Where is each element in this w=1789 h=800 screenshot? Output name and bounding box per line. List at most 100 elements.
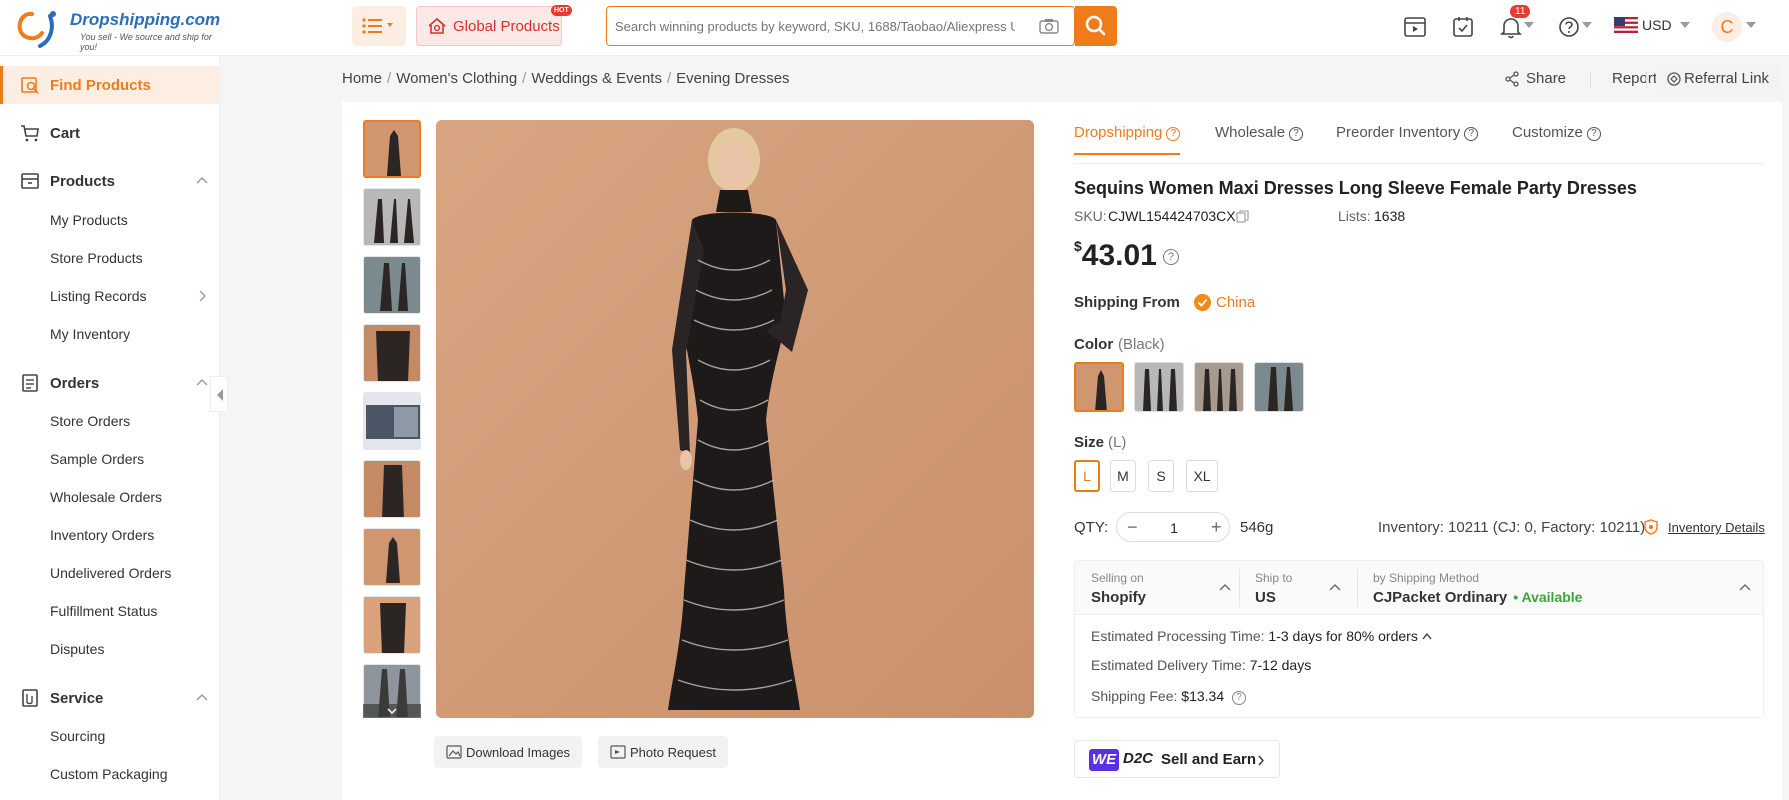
sidebar-item-wholesale-orders[interactable]: Wholesale Orders — [50, 489, 162, 505]
chevron-up-icon — [196, 379, 208, 386]
shipping-method-selector[interactable]: by Shipping Method CJPacket Ordinary • Av… — [1357, 561, 1763, 615]
check-circle-icon — [1194, 294, 1211, 311]
help-icon: ? — [1232, 691, 1247, 705]
video-icon[interactable] — [1402, 14, 1428, 40]
ship-to-selector[interactable]: Ship to US — [1239, 561, 1357, 615]
breadcrumb-weddings-events[interactable]: Weddings & Events — [531, 70, 662, 87]
color-swatch[interactable] — [1194, 362, 1244, 412]
divider — [1646, 72, 1647, 88]
color-swatch[interactable] — [1074, 362, 1124, 412]
download-images-button[interactable]: Download Images — [434, 736, 582, 768]
thumbnail[interactable] — [363, 460, 421, 518]
sidebar-item-sample-orders[interactable]: Sample Orders — [50, 451, 144, 467]
camera-icon[interactable] — [1039, 18, 1059, 34]
shipping-method-value: CJPacket Ordinary • Available — [1373, 589, 1583, 606]
share-button[interactable]: Share — [1526, 70, 1566, 87]
help-icon: ? — [1166, 127, 1181, 141]
sidebar-item-products[interactable]: Products — [0, 162, 220, 200]
selling-on-selector[interactable]: Selling on Shopify — [1075, 561, 1239, 615]
main-product-image[interactable] — [436, 120, 1034, 718]
currency-selector[interactable]: USD — [1642, 17, 1672, 33]
thumbnail[interactable] — [363, 596, 421, 654]
thumbnail[interactable] — [363, 392, 421, 450]
help-icon: ? — [1289, 127, 1304, 141]
quantity-value[interactable]: 1 — [1167, 520, 1181, 536]
product-weight: 546g — [1240, 519, 1274, 536]
size-option[interactable]: S — [1148, 460, 1174, 492]
tab-preorder-inventory[interactable]: Preorder Inventory? — [1336, 124, 1479, 141]
referral-link-button[interactable]: Referral Link — [1656, 64, 1780, 94]
color-label: Color — [1074, 336, 1114, 353]
sidebar-item-store-products[interactable]: Store Products — [50, 250, 143, 266]
chevron-down-icon — [1582, 22, 1592, 28]
thumbnail[interactable] — [363, 188, 421, 246]
thumbnail[interactable] — [363, 120, 421, 178]
sidebar-item-inventory-orders[interactable]: Inventory Orders — [50, 527, 154, 543]
shipping-fee-value: $13.34 — [1181, 688, 1225, 704]
chevron-down-icon — [1524, 22, 1534, 28]
logo-mark-icon — [17, 11, 56, 48]
ship-to-label: Ship to — [1255, 571, 1293, 585]
decrement-button[interactable]: − — [1127, 517, 1138, 538]
logo[interactable]: Dropshipping.com You sell - We source an… — [10, 6, 221, 52]
triangle-left-icon — [217, 389, 223, 401]
sidebar-item-my-inventory[interactable]: My Inventory — [50, 326, 130, 342]
breadcrumb-evening-dresses[interactable]: Evening Dresses — [676, 70, 789, 87]
sidebar-item-undelivered-orders[interactable]: Undelivered Orders — [50, 565, 171, 581]
chevron-down-icon — [1680, 22, 1690, 28]
hot-badge: HOT — [551, 5, 572, 16]
sidebar-item-cart[interactable]: Cart — [0, 114, 220, 152]
find-products-icon — [21, 77, 39, 94]
global-products-button[interactable]: Global Products HOT — [416, 5, 572, 46]
tab-dropshipping[interactable]: Dropshipping? — [1074, 124, 1181, 155]
thumbnail[interactable] — [363, 528, 421, 586]
sidebar-item-disputes[interactable]: Disputes — [50, 641, 104, 657]
search-input[interactable] — [615, 15, 1015, 37]
sidebar-item-find-products[interactable]: Find Products — [0, 66, 220, 104]
brand-name: Dropshipping.com — [70, 10, 221, 29]
inventory-summary: Inventory: 10211 (CJ: 0, Factory: 10211) — [1378, 519, 1646, 536]
sidebar-item-fulfillment-status[interactable]: Fulfillment Status — [50, 603, 157, 619]
color-swatch[interactable] — [1254, 362, 1304, 412]
avatar[interactable]: C — [1712, 12, 1742, 42]
sidebar-item-store-orders[interactable]: Store Orders — [50, 413, 130, 429]
sidebar-item-sourcing[interactable]: Sourcing — [50, 728, 105, 744]
copy-icon[interactable] — [1236, 210, 1249, 223]
size-option[interactable]: L — [1074, 460, 1100, 492]
sidebar-item-service[interactable]: Service — [0, 679, 220, 717]
help-icon[interactable] — [1556, 14, 1582, 40]
list-icon — [362, 18, 393, 34]
inventory-details-link[interactable]: Inventory Details — [1668, 520, 1765, 535]
breadcrumb-home[interactable]: Home — [342, 70, 382, 87]
sidebar-item-listing-records[interactable]: Listing Records — [50, 288, 147, 304]
us-flag-icon[interactable] — [1614, 17, 1638, 33]
box-icon — [21, 173, 39, 189]
size-option[interactable]: XL — [1186, 460, 1218, 492]
availability-status: • Available — [1513, 589, 1583, 605]
size-option[interactable]: M — [1110, 460, 1136, 492]
sidebar-collapse-toggle[interactable] — [210, 376, 228, 412]
tab-customize[interactable]: Customize? — [1512, 124, 1601, 141]
sidebar-item-my-products[interactable]: My Products — [50, 212, 128, 228]
sidebar-item-custom-packaging[interactable]: Custom Packaging — [50, 766, 168, 782]
report-button[interactable]: Report — [1612, 70, 1657, 87]
sidebar-label: Find Products — [50, 77, 151, 94]
search-bar — [606, 6, 1117, 46]
shipping-from-value[interactable]: China — [1216, 294, 1255, 311]
thumbnail-scroll-down[interactable] — [363, 704, 421, 718]
chevron-up-icon[interactable] — [1422, 632, 1432, 640]
increment-button[interactable]: + — [1211, 517, 1222, 538]
thumbnail[interactable] — [363, 256, 421, 314]
chevron-right-icon — [199, 290, 206, 302]
photo-request-button[interactable]: Photo Request — [598, 736, 728, 768]
tab-wholesale[interactable]: Wholesale? — [1215, 124, 1304, 141]
sidebar-item-orders[interactable]: Orders — [0, 364, 220, 402]
d2c-sell-and-earn-button[interactable]: WE D2C Sell and Earn — [1074, 740, 1280, 778]
color-swatch[interactable] — [1134, 362, 1184, 412]
category-menu-button[interactable] — [352, 6, 406, 46]
breadcrumb-womens-clothing[interactable]: Women's Clothing — [396, 70, 517, 87]
thumbnail[interactable] — [363, 324, 421, 382]
task-check-icon[interactable] — [1450, 14, 1476, 40]
search-button[interactable] — [1075, 6, 1117, 46]
sidebar-label: Cart — [50, 125, 81, 142]
